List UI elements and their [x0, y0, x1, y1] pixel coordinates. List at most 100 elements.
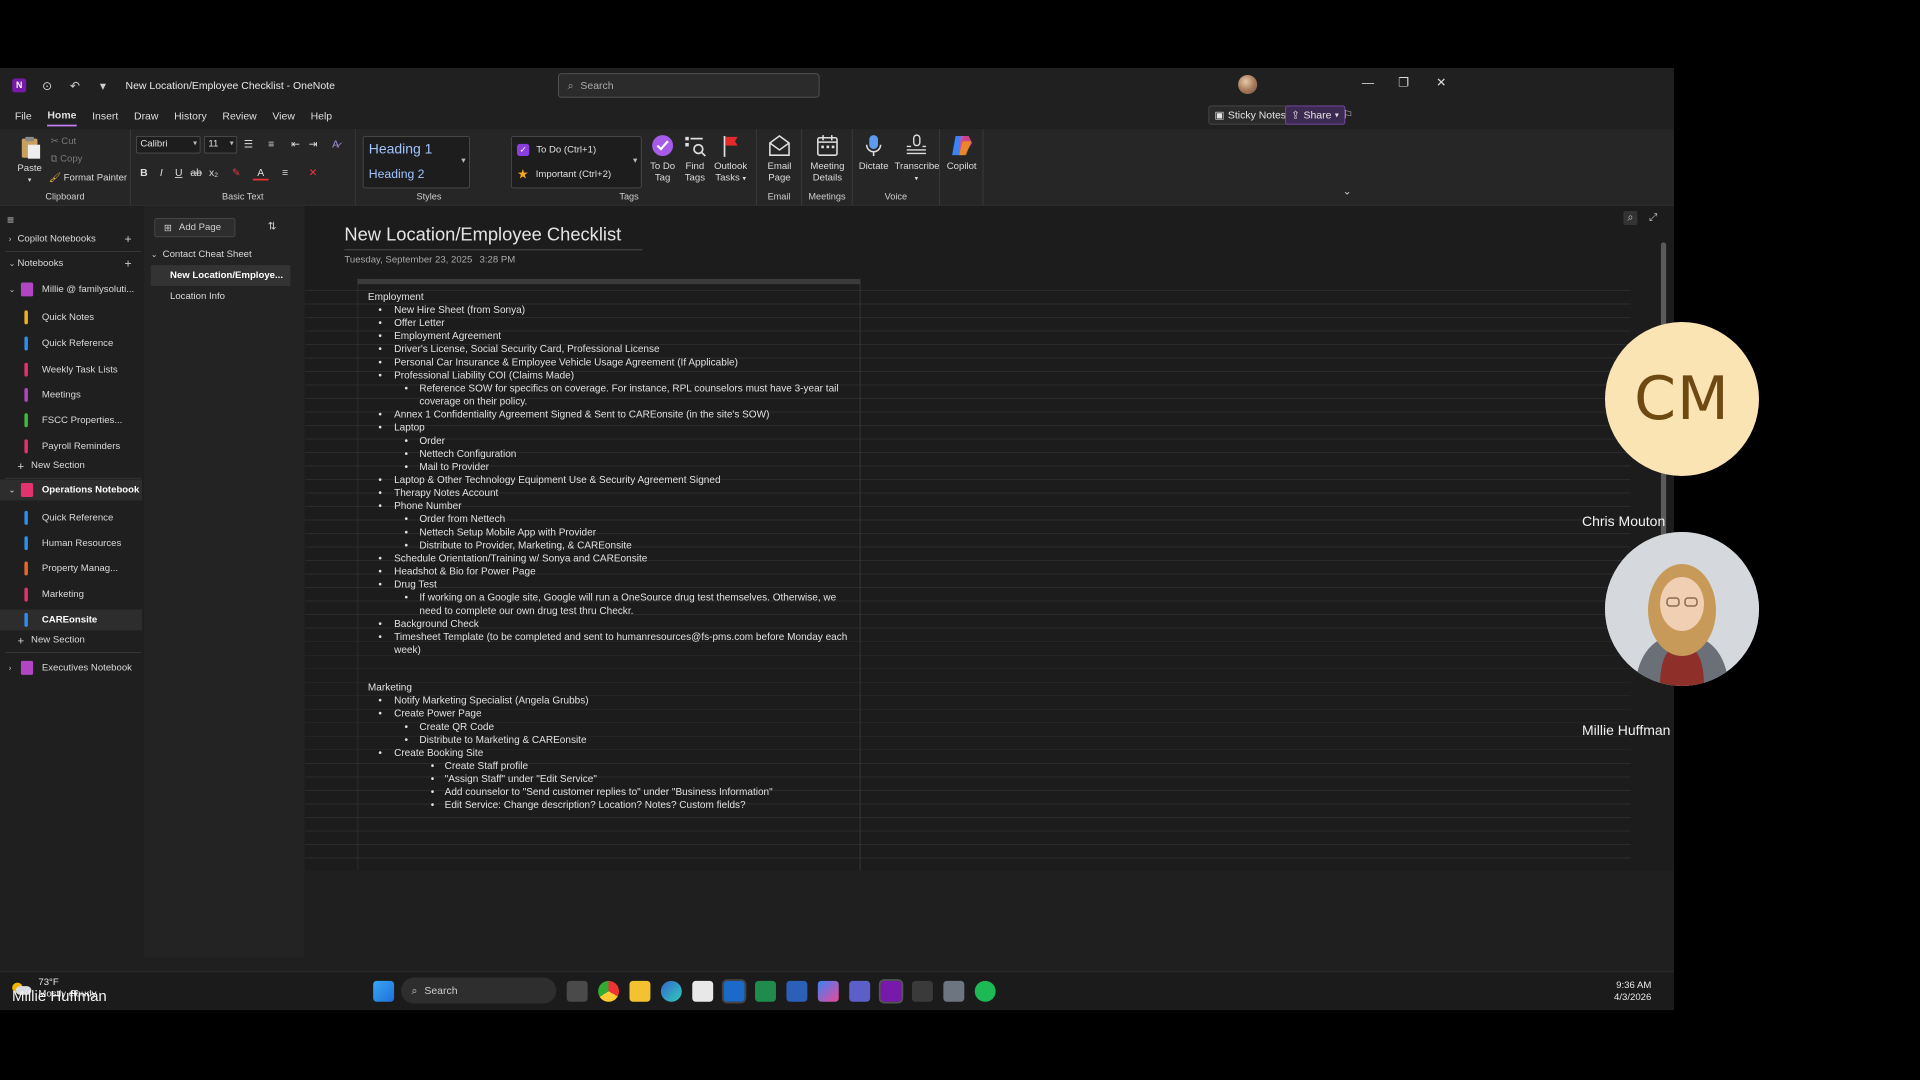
tags-gallery[interactable]: ✓ To Do (Ctrl+1) ★ Important (Ctrl+2) ▾	[510, 136, 642, 189]
menu-draw[interactable]: Draw	[134, 106, 158, 125]
important-tag-item[interactable]: ★ Important (Ctrl+2)	[517, 167, 611, 182]
cut-button[interactable]: ✂ Cut	[51, 136, 77, 147]
restore-icon[interactable]: ❐	[1391, 75, 1417, 96]
font-size-select[interactable]: 11 ▾	[204, 136, 238, 154]
font-name-select[interactable]: Calibri ▾	[136, 136, 201, 154]
decrease-indent-icon[interactable]: ⇤	[288, 138, 304, 150]
page-new-location-checklist[interactable]: New Location/Employe...	[150, 265, 291, 286]
chevron-down-icon[interactable]: ▾	[461, 156, 465, 166]
new-section-button-ops[interactable]: + New Section	[0, 629, 142, 650]
section-quick-reference[interactable]: Quick Reference	[0, 333, 142, 354]
bullet-item[interactable]: Order from Nettech	[368, 514, 856, 527]
calculator-icon[interactable]	[943, 980, 965, 1002]
bullet-item[interactable]: Personal Car Insurance & Employee Vehicl…	[368, 357, 856, 370]
todo-tag-item[interactable]: ✓ To Do (Ctrl+1)	[517, 143, 596, 157]
menu-review[interactable]: Review	[222, 106, 256, 125]
bullet-item[interactable]: Annex 1 Confidentiality Agreement Signed…	[368, 409, 856, 422]
feedback-icon[interactable]: ⚐	[1343, 108, 1353, 122]
file-explorer-icon[interactable]	[629, 980, 651, 1002]
bullet-item[interactable]: Nettech Setup Mobile App with Provider	[368, 527, 856, 540]
chevron-down-icon[interactable]: ▾	[633, 156, 637, 166]
menu-view[interactable]: View	[272, 106, 294, 125]
menu-history[interactable]: History	[174, 106, 207, 125]
teams-icon[interactable]	[849, 980, 871, 1002]
bullet-item[interactable]: Nettech Configuration	[368, 448, 856, 461]
expand-icon[interactable]: ⤢	[1646, 211, 1660, 225]
dictate-button[interactable]: Dictate	[856, 133, 891, 173]
share-button[interactable]: ⇪ Share ▾	[1285, 105, 1345, 125]
page-title[interactable]: New Location/Employee Checklist	[344, 225, 643, 251]
bullet-item[interactable]: Laptop & Other Technology Equipment Use …	[368, 474, 856, 487]
section-marketing[interactable]: Marketing	[0, 584, 142, 605]
section-payroll-reminders[interactable]: Payroll Reminders	[0, 436, 142, 457]
section-quick-reference-ops[interactable]: Quick Reference	[0, 507, 142, 528]
add-icon[interactable]: +	[125, 232, 132, 246]
section-property-management[interactable]: Property Manag...	[0, 558, 142, 579]
bullet-item[interactable]: Create Staff profile	[368, 760, 856, 773]
bullet-item[interactable]: Professional Liability COI (Claims Made)	[368, 370, 856, 383]
windows-start-icon[interactable]	[373, 980, 395, 1002]
numbering-icon[interactable]: ≡	[263, 138, 279, 150]
format-painter-button[interactable]: 🖌 Format Painter	[49, 173, 127, 184]
align-icon[interactable]: ≡	[277, 167, 293, 179]
heading1-style[interactable]: Heading 1	[369, 142, 433, 158]
find-tags-button[interactable]: Find Tags	[680, 133, 710, 184]
bullet-item[interactable]: Schedule Orientation/Training w/ Sonya a…	[368, 553, 856, 566]
page-location-info[interactable]: Location Info	[151, 286, 291, 307]
notebook-operations[interactable]: ⌄ Operations Notebook	[0, 479, 143, 501]
account-avatar[interactable]	[1238, 74, 1258, 95]
clear-formatting-icon[interactable]: A̷	[328, 138, 344, 150]
app-icon[interactable]	[911, 980, 933, 1002]
bullet-item[interactable]: "Assign Staff" under "Edit Service"	[368, 773, 856, 786]
notebook-millie[interactable]: ⌄ Millie @ familysoluti...	[0, 279, 142, 300]
section-human-resources[interactable]: Human Resources	[0, 533, 142, 554]
store-icon[interactable]	[692, 980, 714, 1002]
zoom-search-icon[interactable]: ⌕	[1623, 210, 1638, 225]
bullet-item[interactable]: Mail to Provider	[368, 461, 856, 474]
page-group-contact-cheat-sheet[interactable]: ⌄ Contact Cheat Sheet	[151, 244, 291, 265]
menu-help[interactable]: Help	[311, 106, 333, 125]
bold-icon[interactable]: B	[136, 167, 152, 179]
transcribe-button[interactable]: Transcribe ▾	[895, 133, 939, 184]
section-meetings[interactable]: Meetings	[0, 384, 142, 405]
section-fscc-properties[interactable]: FSCC Properties...	[0, 410, 142, 431]
heading2-style[interactable]: Heading 2	[369, 167, 425, 181]
font-color-icon[interactable]: A	[252, 167, 269, 181]
chrome-icon[interactable]	[598, 980, 620, 1002]
bullet-item[interactable]: Laptop	[368, 422, 856, 435]
copy-button[interactable]: ⧉ Copy	[51, 153, 83, 164]
menu-home[interactable]: Home	[47, 105, 77, 127]
search-input[interactable]: ⌕ Search	[558, 73, 820, 98]
bullet-item[interactable]: Therapy Notes Account	[368, 487, 856, 500]
bullet-item[interactable]: Reference SOW for specifics on coverage.…	[368, 383, 856, 409]
onenote-taskbar-icon[interactable]	[878, 979, 904, 1004]
copilot-taskbar-icon[interactable]	[817, 980, 839, 1002]
note-body[interactable]: Employment New Hire Sheet (from Sonya)Of…	[368, 291, 856, 813]
bullet-item[interactable]: Headshot & Bio for Power Page	[368, 566, 856, 579]
edge-icon[interactable]	[660, 980, 682, 1002]
bullet-item[interactable]: Notify Marketing Specialist (Angela Grub…	[368, 695, 856, 708]
word-icon[interactable]	[786, 980, 808, 1002]
copilot-notebooks-item[interactable]: › Copilot Notebooks +	[0, 228, 142, 249]
email-page-button[interactable]: Email Page	[762, 133, 797, 184]
styles-gallery[interactable]: Heading 1 Heading 2 ▾	[362, 136, 470, 189]
meeting-details-button[interactable]: Meeting Details	[806, 133, 850, 184]
bullet-item[interactable]: Background Check	[368, 618, 856, 631]
copilot-button[interactable]: Copilot	[943, 133, 980, 173]
highlight-icon[interactable]: ✎	[228, 167, 244, 179]
note-canvas[interactable]: ⌕ ⤢ New Location/Employee Checklist Tues…	[305, 205, 1674, 871]
bullet-item[interactable]: Driver's License, Social Security Card, …	[368, 344, 856, 357]
notebook-executives[interactable]: › Executives Notebook	[0, 657, 142, 678]
bullet-item[interactable]: Create QR Code	[368, 721, 856, 734]
bullet-item[interactable]: Employment Agreement	[368, 330, 856, 343]
section-careonsite[interactable]: CAREonsite	[0, 609, 143, 631]
minimize-icon[interactable]: —	[1355, 75, 1381, 96]
close-icon[interactable]: ✕	[1428, 75, 1454, 96]
paste-button[interactable]: Paste ▾	[12, 134, 47, 185]
subscript-icon[interactable]: x₂	[206, 167, 222, 179]
outlook-icon[interactable]	[721, 979, 747, 1004]
add-icon[interactable]: +	[125, 256, 132, 270]
excel-icon[interactable]	[755, 980, 776, 1002]
menu-file[interactable]: File	[15, 106, 32, 125]
increase-indent-icon[interactable]: ⇥	[305, 138, 321, 150]
